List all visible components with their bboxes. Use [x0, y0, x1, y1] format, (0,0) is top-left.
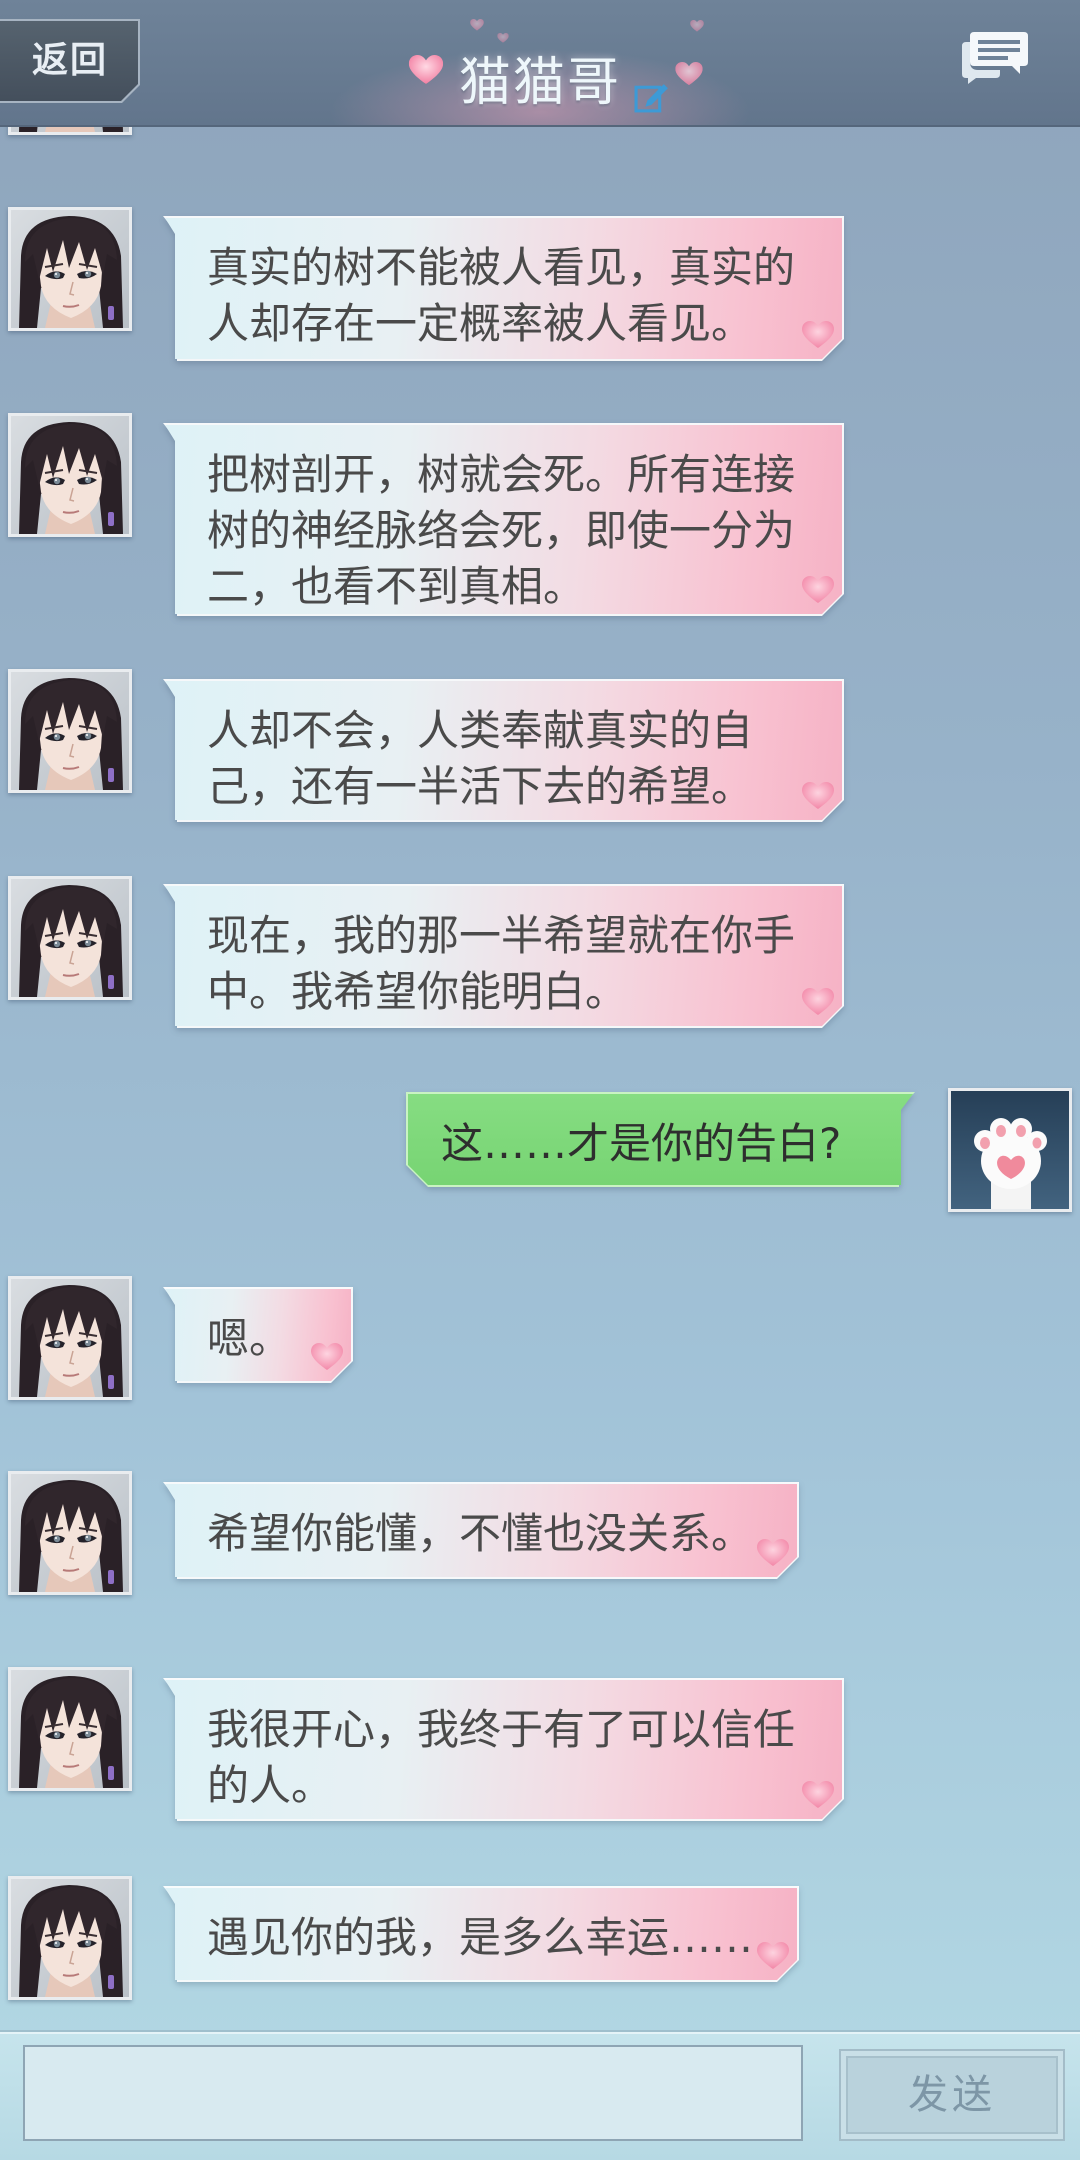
message-line: 己，还有一半活下去的希望。 — [207, 762, 754, 811]
male-portrait-avatar-icon — [11, 1879, 129, 1997]
message-line: 中。我希望你能明白。 — [207, 967, 628, 1016]
message-text: 现在，我的那一半希望就在你手 中。我希望你能明白。 — [207, 908, 795, 1020]
incoming-message-bubble: 遇见你的我，是多么幸运…… — [163, 1886, 799, 1982]
message-row: 人却不会，人类奉献真实的自 己，还有一半活下去的希望。 — [0, 669, 1080, 799]
message-row: 嗯。 — [0, 1276, 1080, 1406]
message-input[interactable] — [23, 2045, 803, 2141]
outgoing-message-bubble: 这……才是你的告白? — [406, 1092, 915, 1187]
message-text: 嗯。 — [207, 1311, 291, 1367]
message-line: 人却不会，人类奉献真实的自 — [207, 706, 754, 755]
edit-icon[interactable] — [634, 80, 671, 113]
message-row: 遇见你的我，是多么幸运…… — [0, 1876, 1080, 2006]
message-row — [0, 127, 1080, 141]
male-portrait-avatar-icon — [11, 1279, 129, 1397]
chat-icon[interactable] — [960, 28, 1030, 84]
contact-avatar — [8, 1471, 132, 1595]
incoming-message-bubble: 真实的树不能被人看见，真实的 人却存在一定概率被人看见。 — [163, 216, 844, 361]
incoming-message-bubble: 嗯。 — [163, 1287, 353, 1383]
message-line: 树的神经脉络会死，即使一分为 — [207, 506, 796, 555]
message-line: 嗯。 — [207, 1314, 292, 1363]
incoming-message-bubble: 人却不会，人类奉献真实的自 己，还有一半活下去的希望。 — [163, 679, 844, 822]
incoming-message-bubble: 把树剖开，树就会死。所有连接 树的神经脉络会死，即使一分为 二，也看不到真相。 — [163, 423, 844, 616]
male-portrait-avatar-icon — [11, 416, 129, 534]
cat-paw-avatar-icon — [951, 1091, 1069, 1209]
contact-avatar — [8, 876, 132, 1000]
heart-icon — [802, 782, 834, 810]
heart-icon — [690, 20, 704, 32]
message-row: 我很开心，我终于有了可以信任 的人。 — [0, 1667, 1080, 1797]
male-portrait-avatar-icon — [11, 672, 129, 790]
heart-icon — [311, 1343, 343, 1371]
message-line: 这……才是你的告白? — [441, 1119, 842, 1168]
send-button[interactable]: 发送 — [839, 2049, 1065, 2141]
incoming-message-bubble: 希望你能懂，不懂也没关系。 — [163, 1482, 799, 1579]
male-portrait-avatar-icon — [11, 210, 129, 328]
male-portrait-avatar-icon — [11, 1670, 129, 1788]
heart-icon — [802, 321, 834, 349]
contact-avatar — [8, 1667, 132, 1791]
top-bar: 返回 猫猫哥 — [0, 0, 1080, 127]
incoming-message-bubble: 现在，我的那一半希望就在你手 中。我希望你能明白。 — [163, 884, 844, 1028]
heart-icon — [497, 33, 509, 43]
contact-avatar — [8, 1876, 132, 2000]
message-row: 希望你能懂，不懂也没关系。 — [0, 1471, 1080, 1601]
message-line: 的人。 — [207, 1761, 334, 1810]
message-row: 真实的树不能被人看见，真实的 人却存在一定概率被人看见。 — [0, 207, 1080, 337]
male-portrait-avatar-icon — [11, 127, 129, 132]
contact-avatar — [8, 669, 132, 793]
message-line: 我很开心，我终于有了可以信任 — [207, 1705, 796, 1754]
male-portrait-avatar-icon — [11, 879, 129, 997]
message-text: 把树剖开，树就会死。所有连接 树的神经脉络会死，即使一分为 二，也看不到真相。 — [207, 447, 795, 615]
page-title: 猫猫哥 — [458, 53, 621, 113]
incoming-message-bubble: 我很开心，我终于有了可以信任 的人。 — [163, 1678, 844, 1821]
chat-area[interactable]: 真实的树不能被人看见，真实的 人却存在一定概率被人看见。 把树剖开，树就会死。所… — [0, 127, 1080, 2032]
message-text: 人却不会，人类奉献真实的自 己，还有一半活下去的希望。 — [207, 703, 753, 815]
message-text: 我很开心，我终于有了可以信任 的人。 — [207, 1702, 795, 1814]
message-text: 这……才是你的告白? — [441, 1116, 841, 1172]
contact-avatar — [8, 1276, 132, 1400]
contact-avatar — [8, 127, 132, 135]
message-line: 现在，我的那一半希望就在你手 — [207, 911, 796, 960]
send-button-label: 发送 — [908, 2072, 996, 2118]
message-text: 遇见你的我，是多么幸运…… — [207, 1910, 753, 1966]
message-row: 现在，我的那一半希望就在你手 中。我希望你能明白。 — [0, 876, 1080, 1006]
message-line: 希望你能懂，不懂也没关系。 — [207, 1509, 754, 1558]
composer-bar: 发送 — [0, 2032, 1080, 2160]
message-line: 二，也看不到真相。 — [207, 562, 586, 611]
male-portrait-avatar-icon — [11, 1474, 129, 1592]
message-line: 人却存在一定概率被人看见。 — [207, 299, 754, 348]
message-line: 把树剖开，树就会死。所有连接 — [207, 450, 796, 499]
heart-icon — [802, 1781, 834, 1809]
heart-icon — [757, 1539, 789, 1567]
heart-icon — [757, 1942, 789, 1970]
heart-icon — [802, 988, 834, 1016]
contact-avatar — [8, 413, 132, 537]
message-row: 把树剖开，树就会死。所有连接 树的神经脉络会死，即使一分为 二，也看不到真相。 — [0, 413, 1080, 543]
message-line: 遇见你的我，是多么幸运…… — [207, 1913, 754, 1962]
contact-avatar — [8, 207, 132, 331]
heart-icon — [470, 19, 484, 31]
message-text: 希望你能懂，不懂也没关系。 — [207, 1506, 753, 1562]
message-row: 这……才是你的告白? — [0, 1088, 1080, 1218]
heart-icon — [802, 576, 834, 604]
message-text: 真实的树不能被人看见，真实的 人却存在一定概率被人看见。 — [207, 240, 795, 352]
user-avatar — [948, 1088, 1072, 1212]
message-line: 真实的树不能被人看见，真实的 — [207, 243, 796, 292]
